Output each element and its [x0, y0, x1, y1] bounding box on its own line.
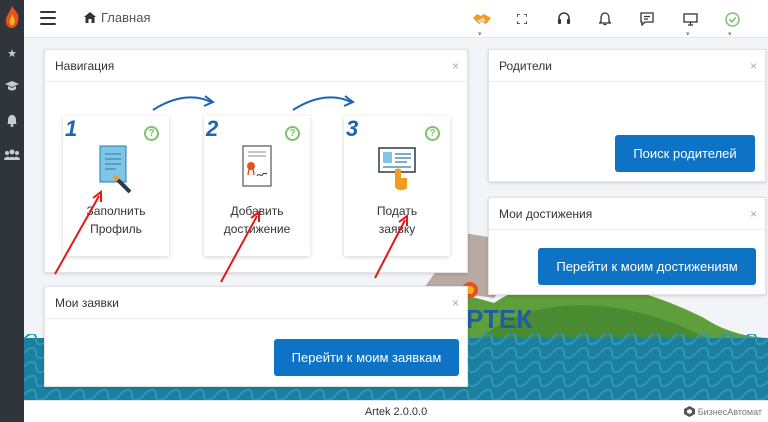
background-logo-text: РТЕК — [466, 304, 532, 334]
users-icon[interactable] — [4, 148, 20, 164]
go-to-achievements-button[interactable]: Перейти к моим достижениям — [538, 248, 756, 285]
top-header: Главная ▾ ▾ ▾ — [24, 0, 768, 38]
go-to-applications-button[interactable]: Перейти к моим заявкам — [274, 339, 459, 376]
support-button[interactable] — [554, 9, 574, 29]
applications-card: Мои заявки × Перейти к моим заявкам — [44, 286, 468, 387]
sidebar: ★ — [0, 0, 24, 422]
handshake-icon — [473, 14, 491, 24]
navigation-card: Навигация × 1 ? Заполнить Профиль 2 ? До… — [44, 49, 468, 283]
fullscreen-icon — [517, 14, 527, 24]
bell-icon[interactable] — [4, 114, 20, 130]
graduation-cap-icon[interactable] — [4, 80, 20, 96]
message-icon — [640, 12, 654, 26]
annotation-arrows — [54, 190, 408, 283]
bell-icon — [599, 12, 611, 26]
headset-icon — [558, 12, 570, 24]
monitor-icon — [682, 12, 698, 26]
applications-card-header: Мои заявки × — [45, 287, 467, 319]
close-icon[interactable]: × — [452, 296, 459, 310]
star-icon[interactable]: ★ — [4, 46, 20, 62]
parents-card-title: Родители — [499, 58, 552, 73]
messages-button[interactable] — [637, 9, 657, 29]
app-logo[interactable] — [0, 4, 24, 30]
status-menu-button[interactable]: ▾ — [722, 9, 742, 38]
fullscreen-button[interactable] — [512, 9, 532, 29]
home-icon — [84, 12, 96, 23]
achievements-card-title: Мои достижения — [499, 206, 593, 221]
check-circle-icon — [724, 11, 740, 27]
search-parents-button[interactable]: Поиск родителей — [615, 135, 755, 172]
close-icon[interactable]: × — [750, 59, 757, 73]
close-icon[interactable]: × — [750, 207, 757, 221]
brand-logo-icon — [683, 406, 695, 417]
notifications-button[interactable] — [595, 9, 615, 29]
handshake-menu-button[interactable]: ▾ — [472, 9, 492, 38]
breadcrumb[interactable]: Главная — [84, 10, 150, 25]
applications-card-title: Мои заявки — [55, 295, 119, 310]
screen-menu-button[interactable]: ▾ — [680, 9, 700, 38]
parents-card-header: Родители × — [489, 50, 765, 82]
version-label: Artek 2.0.0.0 — [364, 406, 428, 418]
achievements-card: Мои достижения × Перейти к моим достижен… — [488, 197, 766, 295]
achievements-card-header: Мои достижения × — [489, 198, 765, 230]
brand-label: БизнесАвтомат — [683, 406, 762, 417]
footer: Artek 2.0.0.0 БизнесАвтомат — [24, 400, 768, 422]
breadcrumb-label: Главная — [101, 10, 151, 25]
parents-card: Родители × Поиск родителей — [488, 49, 766, 182]
menu-toggle-button[interactable] — [40, 11, 56, 25]
